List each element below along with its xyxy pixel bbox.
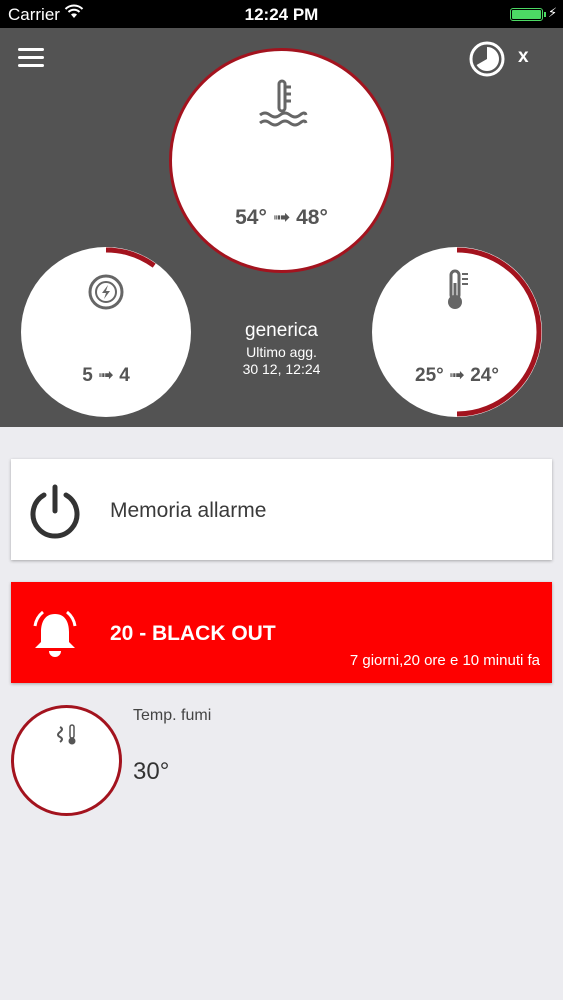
water-temperature-value: 54° ➟ 48° <box>235 206 328 229</box>
timer-icon[interactable] <box>469 41 505 77</box>
alarm-elapsed-time: 7 giorni,20 ore e 10 minuti fa <box>349 652 540 669</box>
smoke-temperature-icon <box>56 723 80 752</box>
thermometer-icon <box>444 269 472 316</box>
alarm-memory-button[interactable]: Memoria allarme <box>11 459 552 560</box>
last-update-label: Ultimo agg. <box>246 344 317 360</box>
charging-icon: ⚡ <box>548 5 558 20</box>
menu-icon[interactable] <box>18 48 44 68</box>
alarm-title: 20 - BLACK OUT <box>110 622 276 645</box>
close-icon[interactable]: x <box>518 46 529 68</box>
fumes-temperature-gauge[interactable] <box>11 705 122 816</box>
power-value: 5 ➟ 4 <box>82 365 130 386</box>
device-info: generica Ultimo agg. 30 12, 12:24 <box>200 320 363 377</box>
room-temperature-gauge[interactable]: 25° ➟ 24° <box>372 247 542 417</box>
battery-tip <box>544 12 546 17</box>
alarm-memory-label: Memoria allarme <box>110 499 267 522</box>
device-name: generica <box>245 320 318 341</box>
water-temperature-icon <box>258 79 308 134</box>
power-icon <box>27 483 83 539</box>
battery-level <box>512 10 541 19</box>
alarm-bell-icon <box>27 606 83 662</box>
status-bar: Carrier 12:24 PM ⚡ <box>0 0 563 28</box>
power-gauge[interactable]: 5 ➟ 4 <box>21 247 191 417</box>
battery-icon <box>510 8 543 21</box>
fumes-temperature-label: Temp. fumi <box>133 707 212 724</box>
room-temperature-value: 25° ➟ 24° <box>415 365 499 386</box>
water-temperature-gauge[interactable]: 54° ➟ 48° <box>169 48 394 273</box>
dashboard-header: x 54° ➟ 48° 5 ➟ 4 generica Ultimo agg. 3… <box>0 28 563 427</box>
fumes-temperature-value: 30° <box>133 758 170 785</box>
last-update-datetime: 30 12, 12:24 <box>242 361 321 377</box>
power-level-icon <box>87 273 125 316</box>
active-alarm-card[interactable]: 20 - BLACK OUT 7 giorni,20 ore e 10 minu… <box>11 582 552 683</box>
clock: 12:24 PM <box>244 5 319 24</box>
